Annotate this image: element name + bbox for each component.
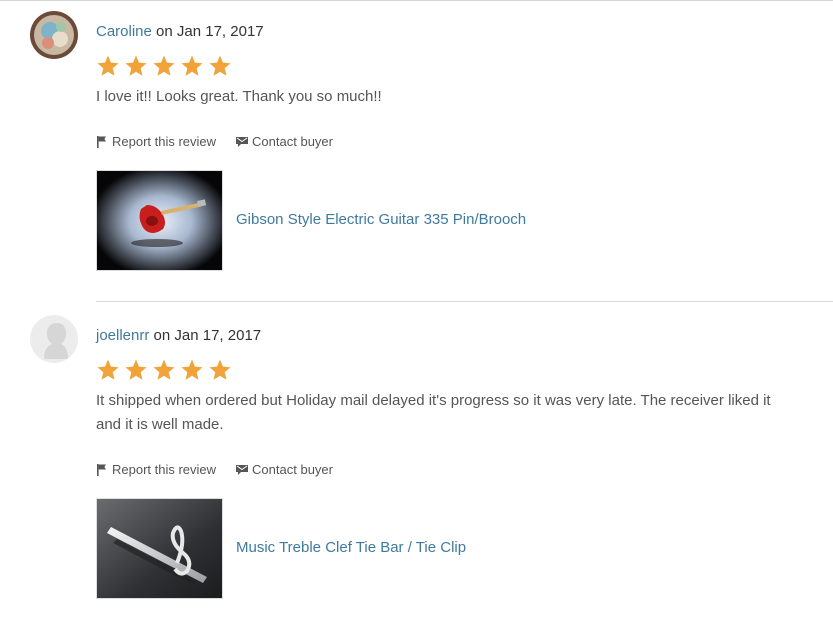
star-icon [153, 55, 175, 76]
star-icon [209, 359, 231, 380]
listing-title-link[interactable]: Music Treble Clef Tie Bar / Tie Clip [236, 539, 466, 556]
star-rating [96, 54, 232, 78]
contact-buyer-link[interactable]: Contact buyer [236, 134, 333, 149]
reviewer-link[interactable]: Caroline [96, 23, 152, 40]
review-byline: joellenrr on Jan 17, 2017 [96, 327, 261, 344]
report-review-link[interactable]: Report this review [96, 134, 216, 149]
report-review-label: Report this review [112, 462, 217, 477]
listing-thumbnail[interactable] [96, 498, 223, 599]
top-divider [0, 0, 833, 1]
report-review-link[interactable]: Report this review [96, 462, 216, 477]
star-icon [125, 55, 147, 76]
star-icon [209, 55, 231, 76]
review-divider [96, 301, 833, 302]
review-date: on Jan 17, 2017 [156, 23, 264, 40]
flag-icon [97, 463, 106, 476]
review-actions: Report this review Contact buyer [96, 462, 333, 477]
listing-title-link[interactable]: Gibson Style Electric Guitar 335 Pin/Bro… [236, 211, 526, 228]
avatar[interactable] [30, 11, 78, 59]
listing-thumbnail[interactable] [96, 170, 223, 271]
reviewer-link[interactable]: joellenrr [96, 327, 149, 344]
star-icon [125, 359, 147, 380]
contact-buyer-label: Contact buyer [252, 134, 333, 149]
contact-buyer-link[interactable]: Contact buyer [236, 462, 333, 477]
message-icon [236, 464, 249, 475]
star-icon [97, 55, 119, 76]
message-icon [236, 136, 249, 147]
report-review-label: Report this review [112, 134, 217, 149]
review-text: I love it!! Looks great. Thank you so mu… [96, 88, 382, 105]
review-byline: Caroline on Jan 17, 2017 [96, 23, 264, 40]
review-actions: Report this review Contact buyer [96, 134, 333, 149]
star-icon [153, 359, 175, 380]
review-text: It shipped when ordered but Holiday mail… [96, 392, 771, 433]
star-icon [181, 359, 203, 380]
contact-buyer-label: Contact buyer [252, 462, 333, 477]
avatar[interactable] [30, 315, 78, 363]
review-date: on Jan 17, 2017 [153, 327, 262, 344]
flag-icon [97, 135, 106, 148]
star-rating [96, 358, 232, 382]
star-icon [97, 359, 119, 380]
star-icon [181, 55, 203, 76]
